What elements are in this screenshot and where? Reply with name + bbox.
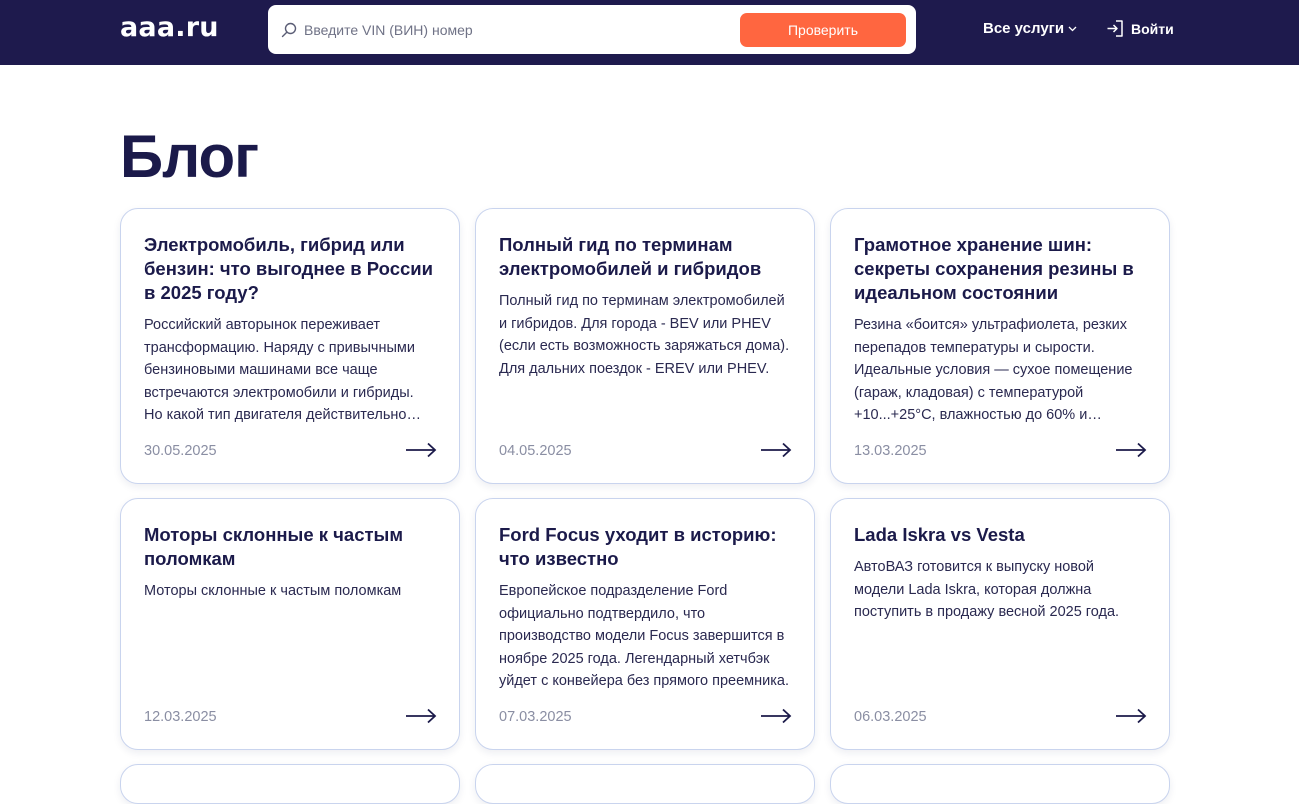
all-services-label: Все услуги [983,20,1065,37]
blog-card-excerpt: Моторы склонные к частым поломкам [144,583,402,599]
login-icon [1107,20,1123,37]
blog-card-excerpt: Российский авторынок переживает трансфор… [144,317,415,423]
arrow-right-icon[interactable] [405,442,437,458]
arrow-right-icon[interactable] [1115,708,1147,724]
chevron-down-icon [1068,26,1077,31]
blog-card-date: 30.05.2025 [144,443,217,459]
blog-card[interactable]: Ford Focus уходит в историю: что известн… [475,498,815,750]
blog-card-title: Моторы склонные к частым поломкам [144,524,404,569]
arrow-right-icon[interactable] [760,708,792,724]
search-icon [281,22,297,38]
blog-card-date: 04.05.2025 [499,443,572,459]
blog-card[interactable]: Грамотное хранение шин: секреты сохранен… [830,208,1170,484]
login-button[interactable]: Войти [1106,19,1174,38]
blog-card-title: Полный гид по терминам электромобилей и … [499,234,762,279]
blog-card-excerpt: Полный гид по терминам электромобилей и … [499,293,790,377]
site-logo[interactable]: aaa.ru [120,12,219,43]
blog-card-excerpt: Европейское подразделение Ford официальн… [499,583,789,689]
blog-card[interactable]: Моторы склонные к частым поломкам Моторы… [120,498,460,750]
top-navbar: aaa.ru Проверить Все услуги Войти [0,0,1299,65]
all-services-menu[interactable]: Все услуги [983,20,1077,37]
blog-card-date: 12.03.2025 [144,709,217,725]
blog-card[interactable]: Электромобиль, гибрид или бензин: что вы… [120,208,460,484]
blog-card[interactable]: Lada Iskra vs Vesta АвтоВАЗ готовится к … [830,498,1170,750]
vin-search-input[interactable] [304,14,744,46]
check-vin-button[interactable]: Проверить [740,13,906,47]
blog-card-date: 13.03.2025 [854,443,927,459]
blog-card-title: Грамотное хранение шин: секреты сохранен… [854,234,1134,303]
blog-card-title: Ford Focus уходит в историю: что известн… [499,524,777,569]
blog-card-title: Lada Iskra vs Vesta [854,524,1025,545]
login-label: Войти [1131,20,1174,37]
blog-card-title: Электромобиль, гибрид или бензин: что вы… [144,234,434,303]
blog-card-excerpt: АвтоВАЗ готовится к выпуску новой модели… [854,559,1120,620]
blog-card[interactable]: Полный гид по терминам электромобилей и … [475,208,815,484]
blog-card-partial[interactable] [830,764,1170,804]
blog-card-partial[interactable] [120,764,460,804]
page-title: Блог [120,123,259,190]
blog-card-date: 06.03.2025 [854,709,927,725]
blog-card-partial[interactable] [475,764,815,804]
vin-search-box: Проверить [268,5,916,54]
blog-card-excerpt: Резина «боится» ультрафиолета, резких пе… [854,317,1133,423]
arrow-right-icon[interactable] [405,708,437,724]
blog-card-date: 07.03.2025 [499,709,572,725]
arrow-right-icon[interactable] [760,442,792,458]
arrow-right-icon[interactable] [1115,442,1147,458]
